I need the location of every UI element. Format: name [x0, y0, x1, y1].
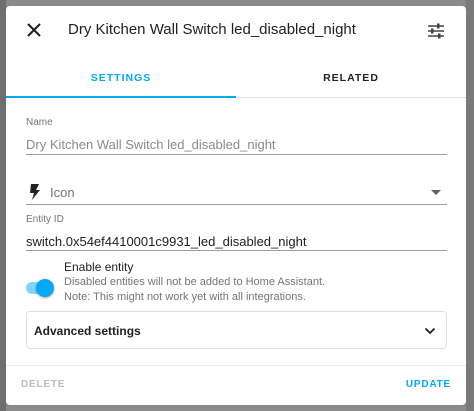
- entity-settings-dialog: Dry Kitchen Wall Switch led_disabled_nig…: [6, 6, 466, 405]
- enable-entity-toggle[interactable]: [26, 279, 54, 297]
- icon-picker-field[interactable]: Icon: [50, 185, 75, 200]
- footer-divider: [6, 365, 466, 366]
- tab-settings[interactable]: SETTINGS: [6, 58, 236, 98]
- dialog-header: Dry Kitchen Wall Switch led_disabled_nig…: [6, 6, 466, 56]
- enable-entity-label: Enable entity: [64, 260, 134, 274]
- chevron-down-icon: [424, 324, 436, 336]
- entity-id-field[interactable]: switch.0x54ef4410001c9931_led_disabled_n…: [26, 234, 306, 249]
- tab-bar: SETTINGS RELATED: [6, 58, 466, 98]
- dialog-title: Dry Kitchen Wall Switch led_disabled_nig…: [68, 21, 356, 38]
- entity-id-label: Entity ID: [26, 214, 64, 225]
- enable-entity-note: Note: This might not work yet with all i…: [64, 291, 306, 303]
- tab-related[interactable]: RELATED: [236, 58, 466, 97]
- name-field-underline: [26, 154, 447, 155]
- entity-id-underline: [26, 250, 447, 251]
- tune-icon[interactable]: [426, 21, 446, 41]
- lightning-bolt-icon: [29, 184, 41, 200]
- advanced-settings-expander[interactable]: Advanced settings: [26, 311, 447, 349]
- toggle-thumb: [36, 279, 54, 297]
- close-icon[interactable]: [24, 20, 44, 40]
- name-field-label: Name: [26, 117, 53, 128]
- name-field[interactable]: Dry Kitchen Wall Switch led_disabled_nig…: [26, 137, 276, 152]
- backdrop-right: [466, 0, 474, 411]
- update-button[interactable]: UPDATE: [406, 379, 451, 390]
- advanced-settings-label: Advanced settings: [34, 324, 141, 338]
- icon-field-underline: [26, 204, 447, 205]
- enable-entity-description: Disabled entities will not be added to H…: [64, 276, 326, 288]
- dropdown-arrow-icon[interactable]: [431, 190, 441, 195]
- delete-button[interactable]: DELETE: [21, 379, 65, 390]
